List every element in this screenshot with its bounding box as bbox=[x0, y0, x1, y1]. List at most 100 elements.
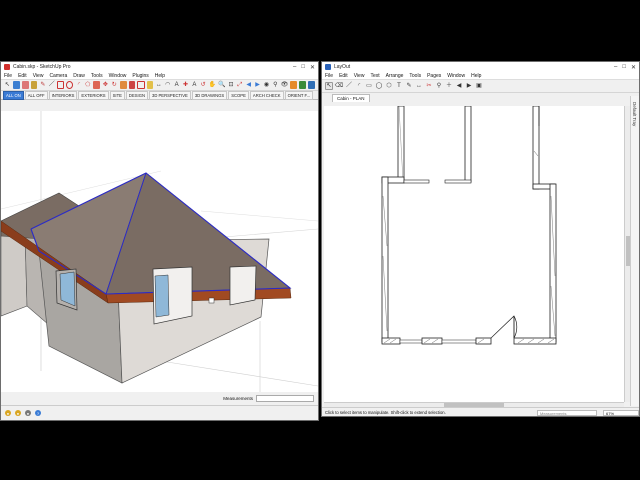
scene-tab-exteriors[interactable]: EXTERIORS bbox=[78, 90, 109, 100]
scene-tab-all-on[interactable]: ALL ON bbox=[3, 90, 24, 100]
menu-window[interactable]: Window bbox=[109, 73, 127, 79]
menu-help[interactable]: Help bbox=[155, 73, 165, 79]
text-tool-icon[interactable]: T bbox=[395, 82, 403, 90]
rotate-tool-icon[interactable]: ↻ bbox=[111, 81, 118, 89]
style-tool-icon[interactable]: ⚲ bbox=[435, 82, 443, 90]
menu-tools[interactable]: Tools bbox=[409, 73, 421, 79]
measurements-input[interactable] bbox=[256, 395, 314, 402]
menu-edit[interactable]: Edit bbox=[339, 73, 348, 79]
plan-window bbox=[399, 339, 423, 344]
next-view-icon[interactable]: ▶ bbox=[254, 81, 261, 89]
dimension-tool-icon[interactable]: ↔ bbox=[415, 82, 423, 90]
minimize-icon[interactable]: – bbox=[614, 64, 617, 71]
credits-icon[interactable]: ● bbox=[15, 410, 21, 416]
minimize-icon[interactable]: – bbox=[293, 64, 296, 71]
zoom-tool-icon[interactable]: 🔍 bbox=[218, 81, 225, 89]
polygon-tool-icon[interactable]: ⬡ bbox=[385, 82, 393, 90]
arc-tool-icon[interactable]: ◜ bbox=[355, 82, 363, 90]
section-plane-icon[interactable] bbox=[290, 81, 298, 89]
next-page-icon[interactable]: ▶ bbox=[465, 82, 473, 90]
scene-tab-3d-perspective[interactable]: 3D PERSPECTIVE bbox=[148, 90, 191, 100]
polygon-tool-icon[interactable]: ⬠ bbox=[84, 81, 91, 89]
plan-wall bbox=[513, 337, 557, 345]
menu-help[interactable]: Help bbox=[471, 73, 481, 79]
menu-edit[interactable]: Edit bbox=[18, 73, 27, 79]
arc-tool-icon[interactable]: ◜ bbox=[75, 81, 82, 89]
pan-tool-icon[interactable]: ✋ bbox=[209, 81, 216, 89]
default-tray[interactable]: Default Tray bbox=[630, 96, 639, 406]
3d-text-icon[interactable]: A bbox=[191, 81, 198, 89]
scene-tab-interiors[interactable]: INTERIORS bbox=[48, 90, 78, 100]
scene-tab-all-off[interactable]: ALL OFF bbox=[24, 90, 48, 100]
menu-window[interactable]: Window bbox=[447, 73, 465, 79]
geo-location-icon[interactable]: ● bbox=[5, 410, 11, 416]
line-tool-icon[interactable]: ／ bbox=[345, 82, 353, 90]
sketchup-3d-viewport[interactable] bbox=[1, 111, 318, 392]
scene-tab-scope[interactable]: SCOPE bbox=[228, 90, 249, 100]
pencil-icon[interactable]: ✎ bbox=[39, 81, 46, 89]
axes-tool-icon[interactable]: ✚ bbox=[182, 81, 189, 89]
dimension-tool-icon[interactable]: ↔ bbox=[155, 81, 162, 89]
line-tool-icon[interactable]: ／ bbox=[48, 81, 55, 89]
previous-view-icon[interactable]: ◀ bbox=[245, 81, 252, 89]
move-tool-icon[interactable]: ✥ bbox=[102, 81, 109, 89]
zoom-extents-icon[interactable]: ⤢ bbox=[236, 81, 243, 89]
circle-tool-icon[interactable] bbox=[66, 81, 74, 89]
menu-camera[interactable]: Camera bbox=[49, 73, 67, 79]
get-models-icon[interactable] bbox=[299, 81, 307, 89]
page-tab-cabin-plan[interactable]: Cabin - PLAN bbox=[332, 93, 370, 102]
scene-tab-site[interactable]: SITE bbox=[109, 90, 125, 100]
offset-tool-icon[interactable] bbox=[137, 81, 145, 89]
walk-tool-icon[interactable]: ⚲ bbox=[272, 81, 279, 89]
menu-file[interactable]: File bbox=[4, 73, 12, 79]
previous-page-icon[interactable]: ◀ bbox=[455, 82, 463, 90]
menu-text[interactable]: Text bbox=[370, 73, 379, 79]
add-page-icon[interactable]: ＋ bbox=[445, 82, 453, 90]
menu-view[interactable]: View bbox=[354, 73, 365, 79]
rectangle-tool-icon[interactable]: ▭ bbox=[365, 82, 373, 90]
maximize-icon[interactable]: □ bbox=[622, 64, 626, 71]
select-tool-icon[interactable]: ↖ bbox=[4, 81, 11, 89]
rectangle-tool-icon[interactable] bbox=[57, 81, 65, 89]
look-around-icon[interactable]: 👁 bbox=[281, 81, 289, 89]
zoom-window-icon[interactable]: ⊡ bbox=[228, 81, 235, 89]
protractor-icon[interactable]: ◠ bbox=[164, 81, 171, 89]
menu-plugins[interactable]: Plugins bbox=[132, 73, 148, 79]
user-icon[interactable]: ● bbox=[25, 410, 31, 416]
zoom-select[interactable]: 67% bbox=[603, 409, 639, 416]
follow-me-icon[interactable] bbox=[119, 81, 127, 89]
menu-pages[interactable]: Pages bbox=[427, 73, 441, 79]
scene-tab-design[interactable]: DESIGN bbox=[125, 90, 148, 100]
push-pull-icon[interactable] bbox=[93, 81, 101, 89]
position-camera-icon[interactable]: ◉ bbox=[263, 81, 270, 89]
circle-tool-icon[interactable]: ◯ bbox=[375, 82, 383, 90]
measurements-input[interactable]: Measurements bbox=[537, 409, 597, 416]
close-icon[interactable]: ✕ bbox=[631, 64, 636, 71]
select-tool-icon[interactable]: ↖ bbox=[325, 82, 333, 90]
eraser-tool-icon[interactable]: ⌫ bbox=[335, 82, 343, 90]
close-icon[interactable]: ✕ bbox=[310, 64, 315, 71]
eraser-tool-icon[interactable] bbox=[21, 81, 29, 89]
label-tool-icon[interactable]: ✎ bbox=[405, 82, 413, 90]
menu-draw[interactable]: Draw bbox=[73, 73, 85, 79]
menu-view[interactable]: View bbox=[33, 73, 44, 79]
menu-arrange[interactable]: Arrange bbox=[386, 73, 404, 79]
menu-tools[interactable]: Tools bbox=[91, 73, 103, 79]
text-tool-icon[interactable]: A bbox=[173, 81, 180, 89]
default-tray-label[interactable]: Default Tray bbox=[632, 102, 637, 126]
paint-bucket-icon[interactable] bbox=[30, 81, 38, 89]
scene-tab-arch-check[interactable]: ARCH CHECK bbox=[249, 90, 284, 100]
maximize-icon[interactable]: □ bbox=[301, 64, 305, 71]
share-model-icon[interactable] bbox=[308, 81, 315, 89]
component-tool-icon[interactable] bbox=[12, 81, 20, 89]
menu-file[interactable]: File bbox=[325, 73, 333, 79]
split-tool-icon[interactable]: ✂ bbox=[425, 82, 433, 90]
presentation-icon[interactable]: ▣ bbox=[475, 82, 483, 90]
tape-measure-icon[interactable] bbox=[146, 81, 154, 89]
scale-tool-icon[interactable] bbox=[128, 81, 136, 89]
layout-document-canvas[interactable] bbox=[324, 106, 624, 402]
scene-tab-3d-drawings[interactable]: 3D DRAWINGS bbox=[191, 90, 228, 100]
help-icon[interactable]: ? bbox=[35, 410, 41, 416]
orbit-tool-icon[interactable]: ↺ bbox=[200, 81, 207, 89]
scene-tab-orient[interactable]: ORIENT F... bbox=[284, 90, 314, 100]
